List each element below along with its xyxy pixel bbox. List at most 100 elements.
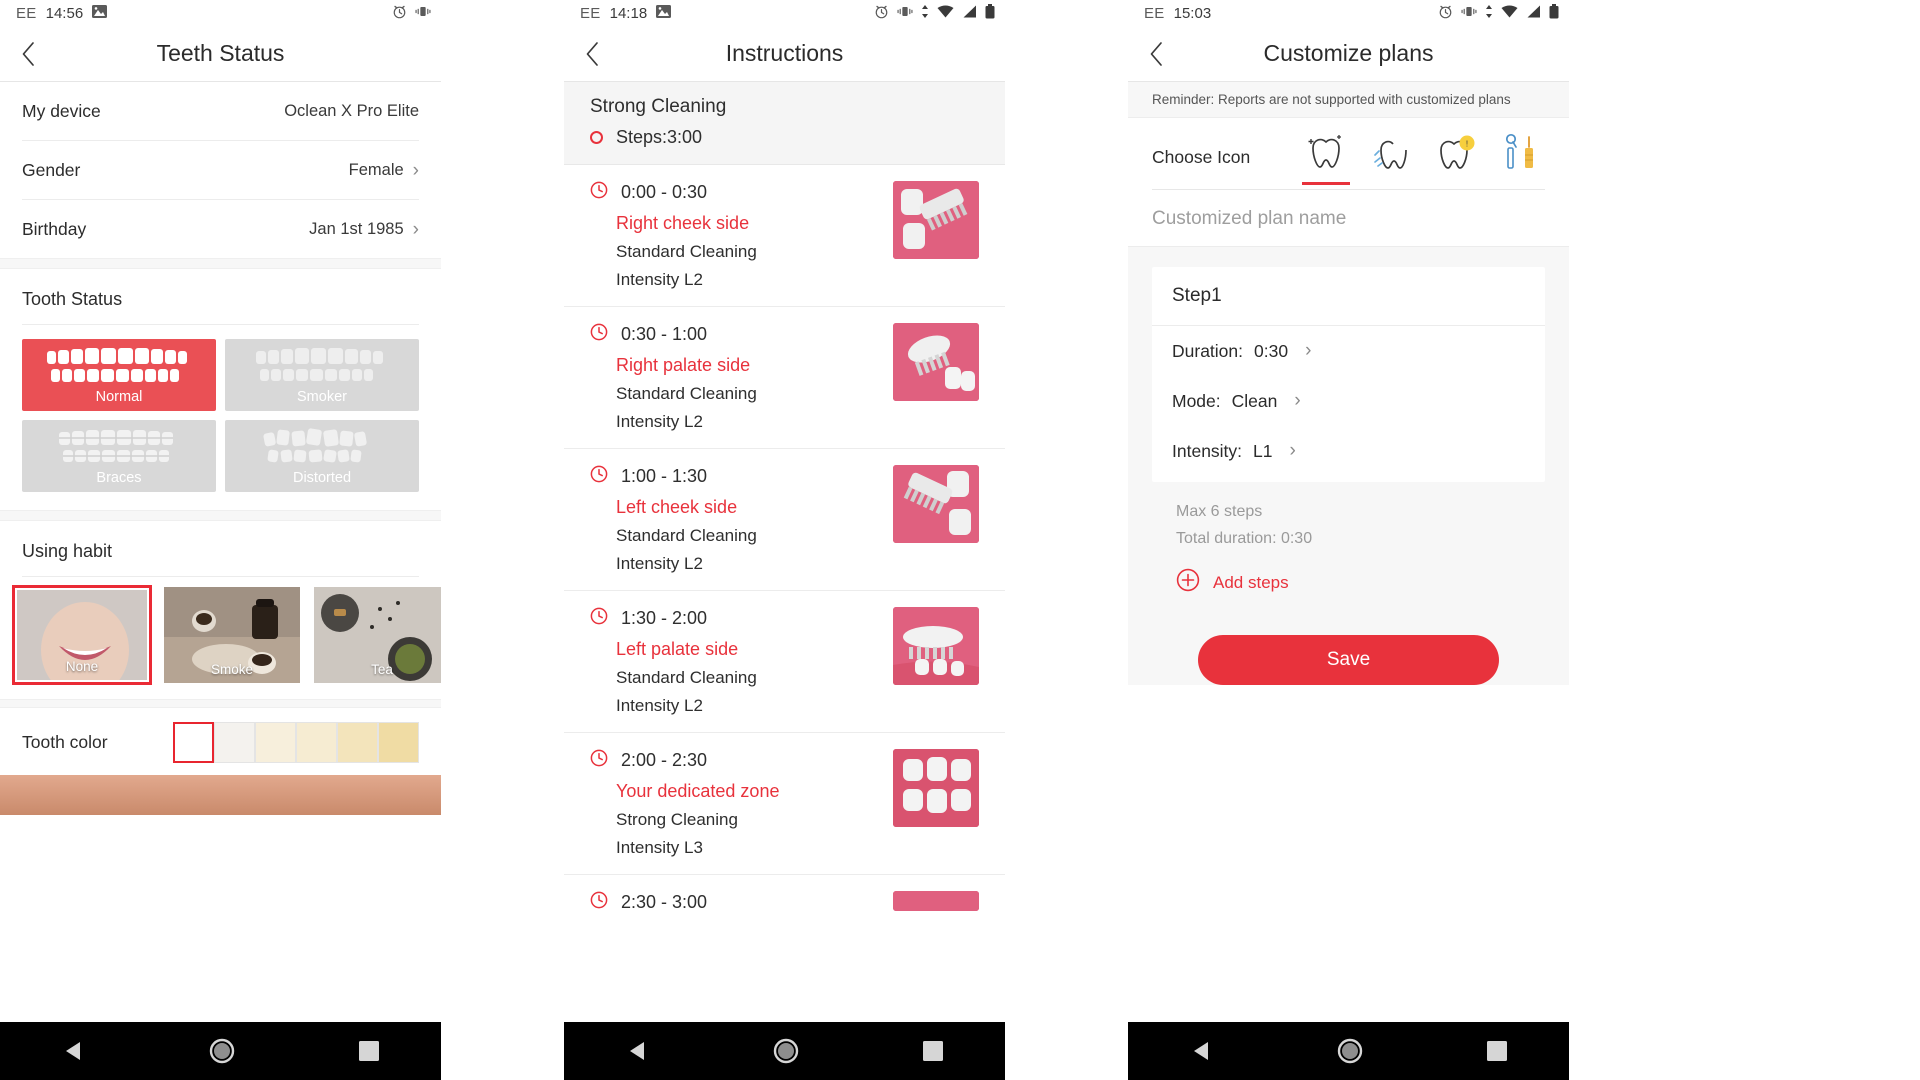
- back-button[interactable]: [564, 26, 620, 82]
- instruction-step[interactable]: 0:30 - 1:00 Right palate side Standard C…: [564, 307, 1005, 449]
- nav-home-icon[interactable]: [1337, 1038, 1363, 1064]
- habit-option-label: Smoke: [210, 662, 254, 677]
- row-label: My device: [22, 100, 101, 121]
- row-gender[interactable]: Gender Female ›: [0, 141, 441, 199]
- chevron-right-icon: ›: [412, 159, 419, 181]
- clock-icon: [590, 465, 608, 488]
- field-intensity[interactable]: Intensity: L1 ›: [1152, 426, 1545, 482]
- tooth-option-label: Smoker: [297, 389, 347, 405]
- nav-back-icon[interactable]: [625, 1039, 651, 1063]
- tooth-option-label: Distorted: [292, 470, 352, 486]
- row-value-text: Oclean X Pro Elite: [284, 101, 419, 120]
- icon-option-clean-tooth[interactable]: [1367, 130, 1415, 185]
- wifi-icon: [937, 5, 954, 22]
- icon-option-sparkle-tooth[interactable]: [1302, 130, 1350, 185]
- tooth-color-swatch-0[interactable]: [173, 722, 214, 763]
- icon-option-dental-tools[interactable]: [1497, 130, 1545, 185]
- habit-option-smoke[interactable]: Smoke: [164, 587, 300, 683]
- nav-home-icon[interactable]: [773, 1038, 799, 1064]
- field-duration[interactable]: Duration: 0:30 ›: [1152, 326, 1545, 376]
- tooth-option-smoker[interactable]: Smoker: [225, 339, 419, 411]
- tooth-color-swatch-4[interactable]: [337, 722, 378, 763]
- back-button[interactable]: [0, 26, 56, 82]
- field-mode[interactable]: Mode: Clean ›: [1152, 376, 1545, 426]
- nav-bar: Customize plans: [1128, 26, 1569, 82]
- tooth-color-swatch-1[interactable]: [214, 722, 255, 763]
- tooth-option-label: Normal: [95, 389, 143, 405]
- habit-option-none[interactable]: None: [12, 585, 152, 685]
- nav-back-icon[interactable]: [61, 1039, 87, 1063]
- step-time-row: 0:00 - 0:30: [590, 181, 881, 204]
- clean-tooth-icon: [1371, 130, 1411, 176]
- back-button[interactable]: [1128, 26, 1184, 82]
- tooth-option-normal[interactable]: Normal: [22, 339, 216, 411]
- chevron-right-icon: ›: [412, 218, 419, 240]
- step-thumbnail: [893, 465, 979, 543]
- instruction-step[interactable]: 1:30 - 2:00 Left palate side Standard Cl…: [564, 591, 1005, 733]
- nav-recents-icon[interactable]: [358, 1040, 380, 1062]
- step-text: 1:00 - 1:30 Left cheek side Standard Cle…: [590, 465, 881, 574]
- signal-icon: [962, 5, 977, 22]
- instruction-step[interactable]: 2:30 - 3:00: [564, 875, 1005, 923]
- nav-bar: Instructions: [564, 26, 1005, 82]
- step-mode: Standard Cleaning: [616, 526, 757, 545]
- row-value-text: Female: [348, 160, 404, 179]
- row-my-device[interactable]: My device Oclean X Pro Elite: [0, 82, 441, 140]
- step-time: 0:00 - 0:30: [621, 182, 708, 202]
- save-button[interactable]: Save: [1198, 635, 1499, 686]
- step-zone: Right palate side: [616, 355, 751, 375]
- tooth-color-swatch-2[interactable]: [255, 722, 296, 763]
- step-name-field[interactable]: Step1: [1152, 267, 1545, 326]
- reminder-banner: Reminder: Reports are not supported with…: [1128, 82, 1569, 118]
- status-bar-left: EE 14:56: [16, 4, 108, 22]
- bottom-preview-photo: [0, 775, 441, 815]
- circle-icon: [590, 131, 603, 144]
- field-value: 0:30: [1254, 340, 1289, 361]
- step-text: 2:30 - 3:00: [590, 891, 881, 923]
- step-time: 1:30 - 2:00: [621, 608, 708, 628]
- nav-back-icon[interactable]: [1189, 1039, 1215, 1063]
- step-card: Step1 Duration: 0:30 › Mode: Clean › Int…: [1152, 267, 1545, 482]
- tooth-color-swatch-3[interactable]: [296, 722, 337, 763]
- field-value: L1: [1253, 440, 1273, 461]
- instruction-step[interactable]: 0:00 - 0:30 Right cheek side Standard Cl…: [564, 165, 1005, 307]
- steps-meta: Max 6 steps Total duration: 0:30: [1152, 482, 1545, 552]
- dental-tools-icon: [1501, 130, 1541, 176]
- section-separator: [0, 258, 441, 269]
- tooth-status-title: Tooth Status: [22, 289, 123, 309]
- status-bar: EE 14:18: [564, 0, 1005, 26]
- nav-home-icon[interactable]: [209, 1038, 235, 1064]
- row-value-text: Jan 1st 1985: [309, 219, 404, 238]
- icon-option-sensitive-tooth[interactable]: !: [1432, 130, 1480, 185]
- icon-option-underline: [1497, 182, 1545, 185]
- clock-icon: [590, 607, 608, 630]
- step-zone: Your dedicated zone: [616, 781, 780, 801]
- nav-recents-icon[interactable]: [1486, 1040, 1508, 1062]
- section-separator: [0, 699, 441, 708]
- step-time: 1:00 - 1:30: [621, 466, 708, 486]
- status-bar: EE 14:56: [0, 0, 441, 26]
- alarm-icon: [874, 4, 889, 23]
- sensitive-tooth-icon: !: [1436, 130, 1476, 176]
- step-time: 2:00 - 2:30: [621, 750, 708, 770]
- android-nav-bar: [564, 1022, 1005, 1080]
- nav-recents-icon[interactable]: [922, 1040, 944, 1062]
- add-steps-button[interactable]: Add steps: [1152, 552, 1545, 597]
- panel-teeth-status: EE 14:56 Teeth Status My device Oclean X…: [0, 0, 441, 1080]
- clock-label: 15:03: [1173, 4, 1212, 22]
- choose-icon-row: Choose Icon !: [1128, 118, 1569, 185]
- instruction-step[interactable]: 2:00 - 2:30 Your dedicated zone Strong C…: [564, 733, 1005, 875]
- instruction-step[interactable]: 1:00 - 1:30 Left cheek side Standard Cle…: [564, 449, 1005, 591]
- row-label: Gender: [22, 159, 81, 180]
- chevron-right-icon: ›: [1289, 440, 1296, 461]
- tooth-option-braces[interactable]: Braces: [22, 420, 216, 492]
- sparkle-tooth-icon: [1306, 130, 1346, 176]
- tooth-color-swatch-5[interactable]: [378, 722, 419, 763]
- row-birthday[interactable]: Birthday Jan 1st 1985 ›: [0, 200, 441, 258]
- tooth-option-distorted[interactable]: Distorted: [225, 420, 419, 492]
- step-intensity: Intensity L2: [616, 412, 703, 431]
- habit-option-tea[interactable]: Tea: [314, 587, 441, 683]
- tooth-color-label: Tooth color: [22, 732, 108, 752]
- plan-name-input[interactable]: Customized plan name: [1128, 190, 1569, 246]
- step-time-row: 0:30 - 1:00: [590, 323, 881, 346]
